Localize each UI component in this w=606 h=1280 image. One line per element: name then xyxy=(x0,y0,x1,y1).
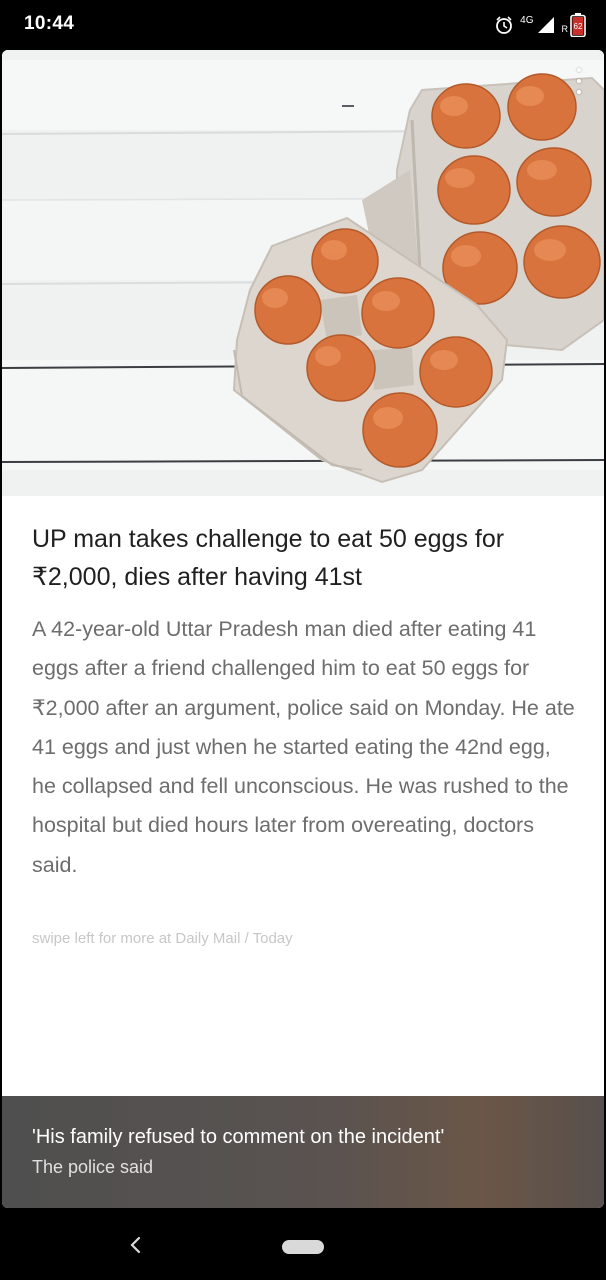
status-icons: 4G R 62 xyxy=(494,11,586,39)
battery-level: 62 xyxy=(574,22,583,31)
quote-footer[interactable]: 'His family refused to comment on the in… xyxy=(2,1096,604,1208)
battery-icon: 62 xyxy=(570,13,586,37)
source-attribution-link[interactable]: swipe left for more at Daily Mail / Toda… xyxy=(32,930,293,947)
article-body: A 42-year-old Uttar Pradesh man died aft… xyxy=(32,617,575,877)
navigation-bar xyxy=(0,1208,606,1280)
status-bar: 10:44 4G R 62 xyxy=(0,0,606,50)
signal-icon xyxy=(537,17,554,33)
news-card[interactable]: UP man takes challenge to eat 50 eggs fo… xyxy=(2,50,604,1208)
article-headline: UP man takes challenge to eat 50 eggs fo… xyxy=(32,525,505,591)
article-image[interactable] xyxy=(2,50,604,496)
back-icon[interactable] xyxy=(126,1234,144,1256)
more-options-icon[interactable] xyxy=(572,68,586,94)
quote-text: 'His family refused to comment on the in… xyxy=(32,1126,445,1148)
home-pill[interactable] xyxy=(282,1240,324,1254)
roaming-label: R xyxy=(561,24,569,34)
status-time: 10:44 xyxy=(24,13,75,34)
quote-source: The police said xyxy=(32,1157,154,1177)
eggs-in-carton-photo xyxy=(2,50,604,496)
alarm-icon xyxy=(496,16,513,34)
network-type-label: 4G xyxy=(520,14,534,26)
